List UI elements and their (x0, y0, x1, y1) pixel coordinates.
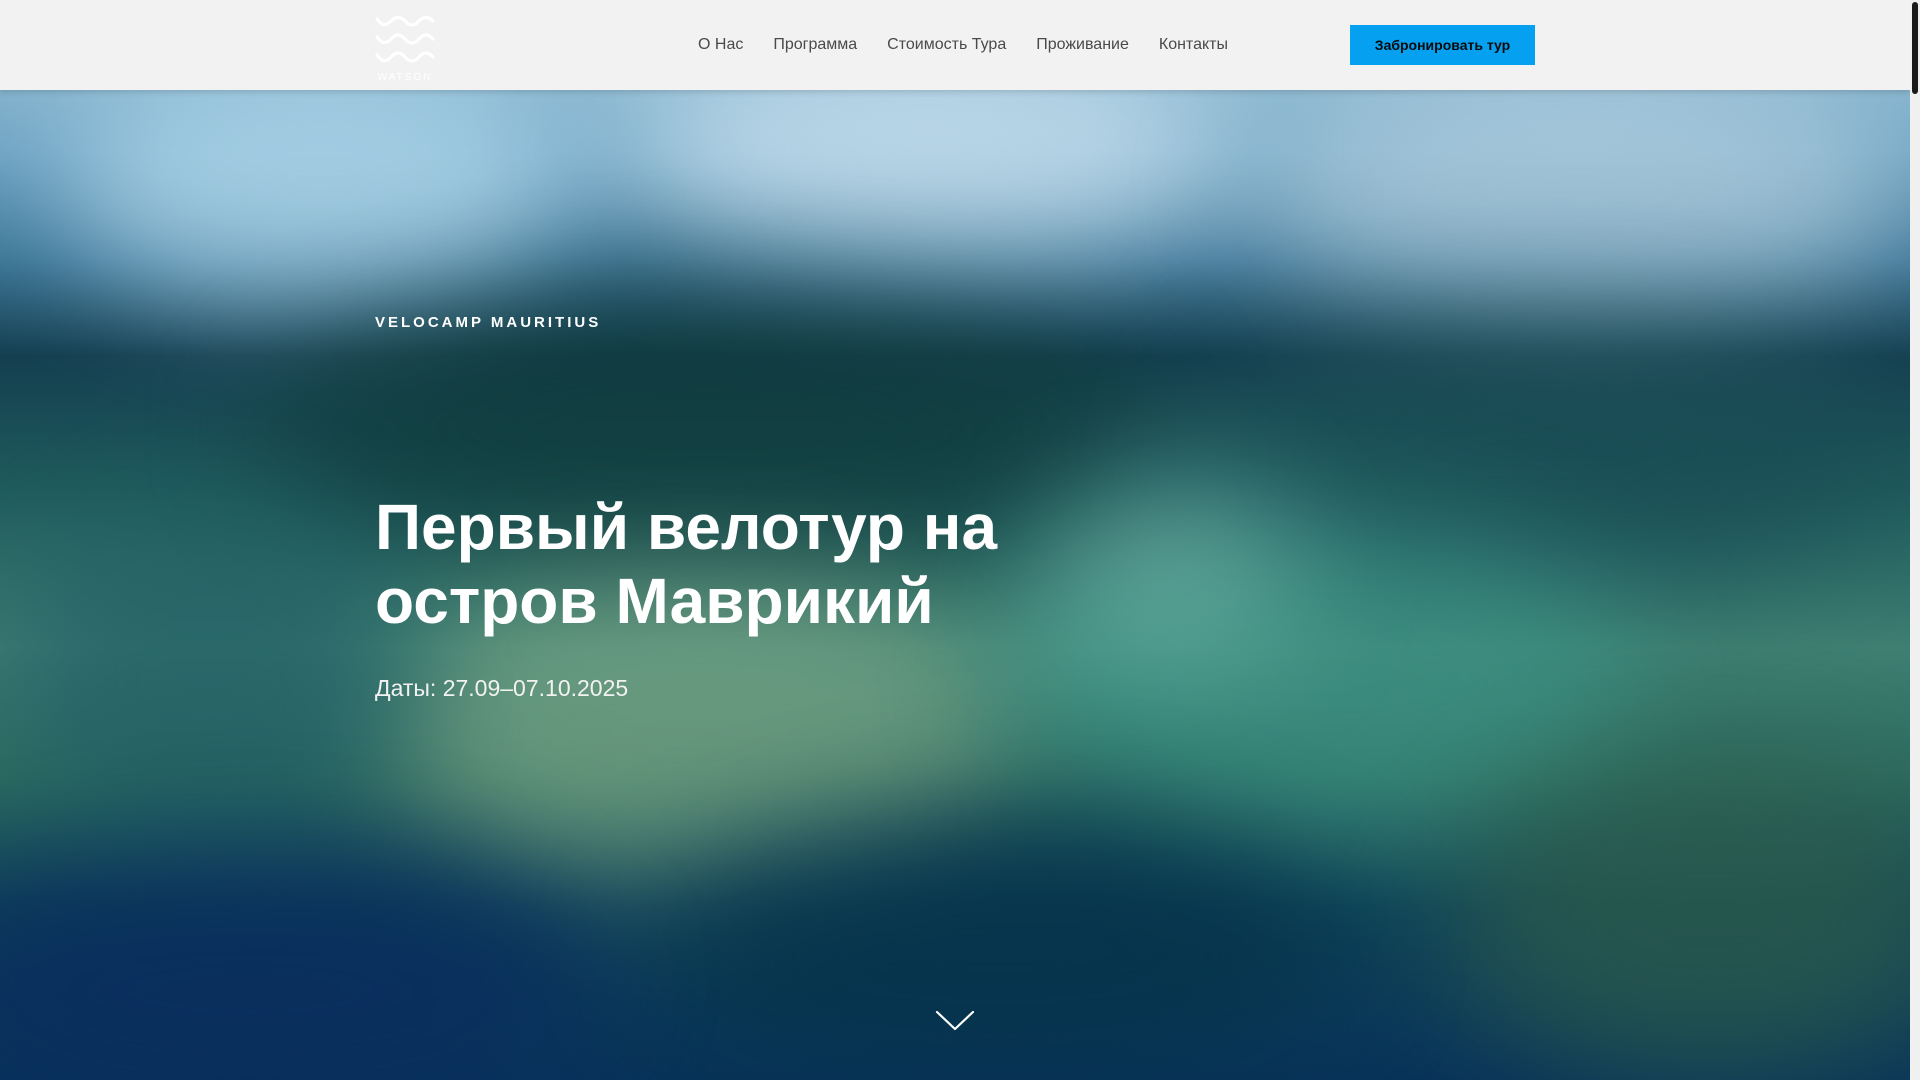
site-logo[interactable]: WATSON (375, 15, 435, 83)
nav-item-contacts[interactable]: Контакты (1159, 36, 1228, 54)
nav-item-price[interactable]: Стоимость Тура (887, 36, 1006, 54)
hero-title: Первый велотур на остров Маврикий (375, 491, 998, 637)
hero-dates: Даты: 27.09–07.10.2025 (375, 675, 629, 701)
waves-logo-icon (375, 15, 435, 63)
nav-item-about[interactable]: О Нас (698, 36, 743, 54)
chevron-down-icon (935, 1010, 975, 1031)
nav-item-program[interactable]: Программа (773, 36, 857, 54)
scrollbar-thumb[interactable] (1912, 2, 1918, 94)
scroll-down-button[interactable] (935, 1010, 975, 1032)
logo-text: WATSON (377, 72, 433, 83)
main-nav: О Нас Программа Стоимость Тура Проживани… (698, 0, 1228, 90)
hero-eyebrow: VELOCAMP MAURITIUS (375, 314, 602, 331)
nav-item-accommodation[interactable]: Проживание (1036, 36, 1129, 54)
book-tour-button[interactable]: Забронировать тур (1350, 25, 1535, 65)
page: WATSON О Нас Программа Стоимость Тура Пр… (0, 0, 1920, 1080)
page-scrollbar[interactable] (1910, 0, 1920, 1080)
site-header: WATSON О Нас Программа Стоимость Тура Пр… (0, 0, 1910, 90)
